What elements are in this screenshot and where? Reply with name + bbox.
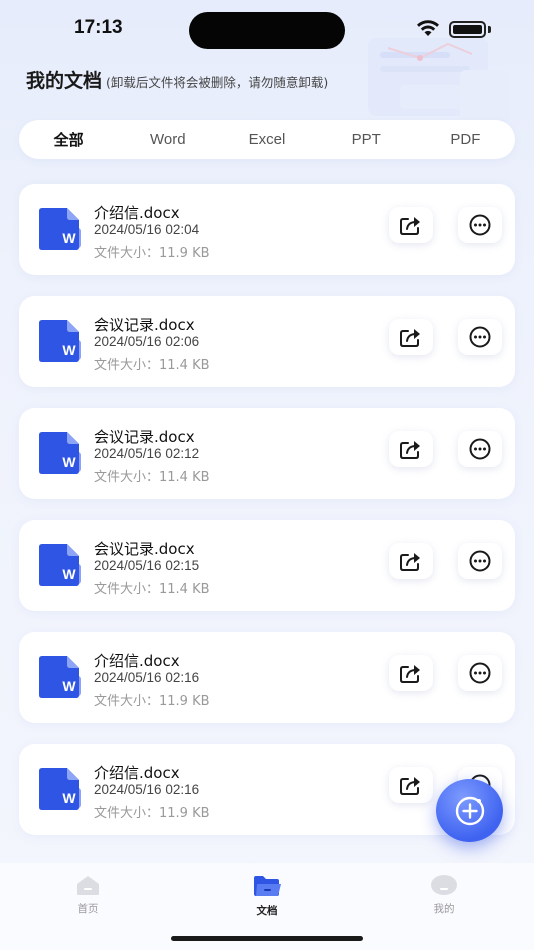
dynamic-island [189, 12, 345, 49]
file-date: 2024/05/16 02:06 [94, 334, 200, 349]
nav-label: 我的 [433, 903, 455, 915]
svg-text:W: W [62, 342, 76, 358]
file-card[interactable]: W 介绍信.docx 2024/05/16 02:16 文件大小：11.9 KB [19, 632, 515, 723]
tab-label: 全部 [53, 131, 84, 149]
file-card[interactable]: W 介绍信.docx 2024/05/16 02:04 文件大小：11.9 KB [19, 184, 515, 275]
file-name: 介绍信.docx [94, 764, 180, 782]
share-icon [400, 329, 420, 347]
more-icon [469, 214, 491, 236]
file-size: 文件大小：11.9 KB [94, 246, 210, 261]
file-card[interactable]: W 会议记录.docx 2024/05/16 02:06 文件大小：11.4 K… [19, 296, 515, 387]
share-icon [400, 217, 420, 235]
tab-label: Excel [248, 131, 286, 148]
title-row: 我的文档 (卸载后文件将会被删除，请勿随意卸载) [26, 66, 328, 93]
share-icon [400, 441, 420, 459]
share-icon [400, 553, 420, 571]
more-icon [469, 326, 491, 348]
profile-icon [431, 875, 457, 895]
home-icon [77, 876, 99, 895]
word-file-icon: W [39, 656, 81, 698]
file-name: 会议记录.docx [94, 428, 195, 446]
svg-text:W: W [62, 566, 76, 582]
svg-text:W: W [62, 230, 76, 246]
share-button[interactable] [389, 319, 433, 355]
file-size: 文件大小：11.9 KB [94, 806, 210, 821]
file-date: 2024/05/16 02:16 [94, 670, 200, 685]
file-card[interactable]: W 会议记录.docx 2024/05/16 02:15 文件大小：11.4 K… [19, 520, 515, 611]
page-title: 我的文档 [26, 70, 103, 92]
page-subtitle: (卸载后文件将会被删除，请勿随意卸载) [106, 75, 329, 90]
svg-text:W: W [62, 790, 76, 806]
file-name: 介绍信.docx [94, 652, 180, 670]
svg-text:W: W [62, 454, 76, 470]
nav-profile[interactable]: 我的 [414, 873, 474, 916]
word-file-icon: W [39, 320, 81, 362]
more-options-button[interactable] [458, 543, 502, 579]
home-indicator [171, 936, 363, 941]
add-circle-icon [455, 796, 484, 825]
file-name: 会议记录.docx [94, 316, 195, 334]
share-button[interactable] [389, 207, 433, 243]
file-name: 介绍信.docx [94, 204, 180, 222]
file-date: 2024/05/16 02:12 [94, 446, 200, 461]
word-file-icon: W [39, 432, 81, 474]
file-size: 文件大小：11.4 KB [94, 582, 210, 597]
nav-label: 首页 [77, 903, 99, 915]
file-card[interactable]: W 会议记录.docx 2024/05/16 02:12 文件大小：11.4 K… [19, 408, 515, 499]
tab-label: PPT [351, 131, 381, 148]
tab-word[interactable]: Word [118, 131, 217, 148]
add-file-button[interactable] [436, 779, 503, 842]
word-file-icon: W [39, 768, 81, 810]
more-options-button[interactable] [458, 655, 502, 691]
tab-label: PDF [450, 131, 481, 148]
file-name: 会议记录.docx [94, 540, 195, 558]
folder-icon [254, 876, 281, 896]
share-button[interactable] [389, 431, 433, 467]
file-date: 2024/05/16 02:16 [94, 782, 200, 797]
more-icon [469, 438, 491, 460]
file-size: 文件大小：11.4 KB [94, 358, 210, 373]
more-options-button[interactable] [458, 207, 502, 243]
more-options-button[interactable] [458, 431, 502, 467]
file-date: 2024/05/16 02:15 [94, 558, 200, 573]
tab-label: Word [150, 131, 186, 148]
more-icon [469, 550, 491, 572]
share-button[interactable] [389, 543, 433, 579]
nav-documents[interactable]: 文档 [237, 873, 297, 918]
share-button[interactable] [389, 767, 433, 803]
tab-all[interactable]: 全部 [19, 129, 118, 153]
status-time: 17:13 [74, 17, 123, 38]
more-icon [469, 662, 491, 684]
nav-home[interactable]: 首页 [58, 873, 118, 916]
share-icon [400, 777, 420, 795]
tab-ppt[interactable]: PPT [317, 131, 416, 148]
tab-excel[interactable]: Excel [217, 131, 316, 148]
nav-label: 文档 [256, 905, 278, 917]
svg-text:W: W [62, 678, 76, 694]
share-icon [400, 665, 420, 683]
tab-pdf[interactable]: PDF [416, 131, 515, 148]
word-file-icon: W [39, 544, 81, 586]
share-button[interactable] [389, 655, 433, 691]
file-list: W 介绍信.docx 2024/05/16 02:04 文件大小：11.9 KB [19, 184, 515, 856]
file-date: 2024/05/16 02:04 [94, 222, 200, 237]
file-size: 文件大小：11.4 KB [94, 470, 210, 485]
word-file-icon: W [39, 208, 81, 250]
file-size: 文件大小：11.9 KB [94, 694, 210, 709]
filter-tabs: 全部 Word Excel PPT PDF [19, 120, 515, 159]
more-options-button[interactable] [458, 319, 502, 355]
